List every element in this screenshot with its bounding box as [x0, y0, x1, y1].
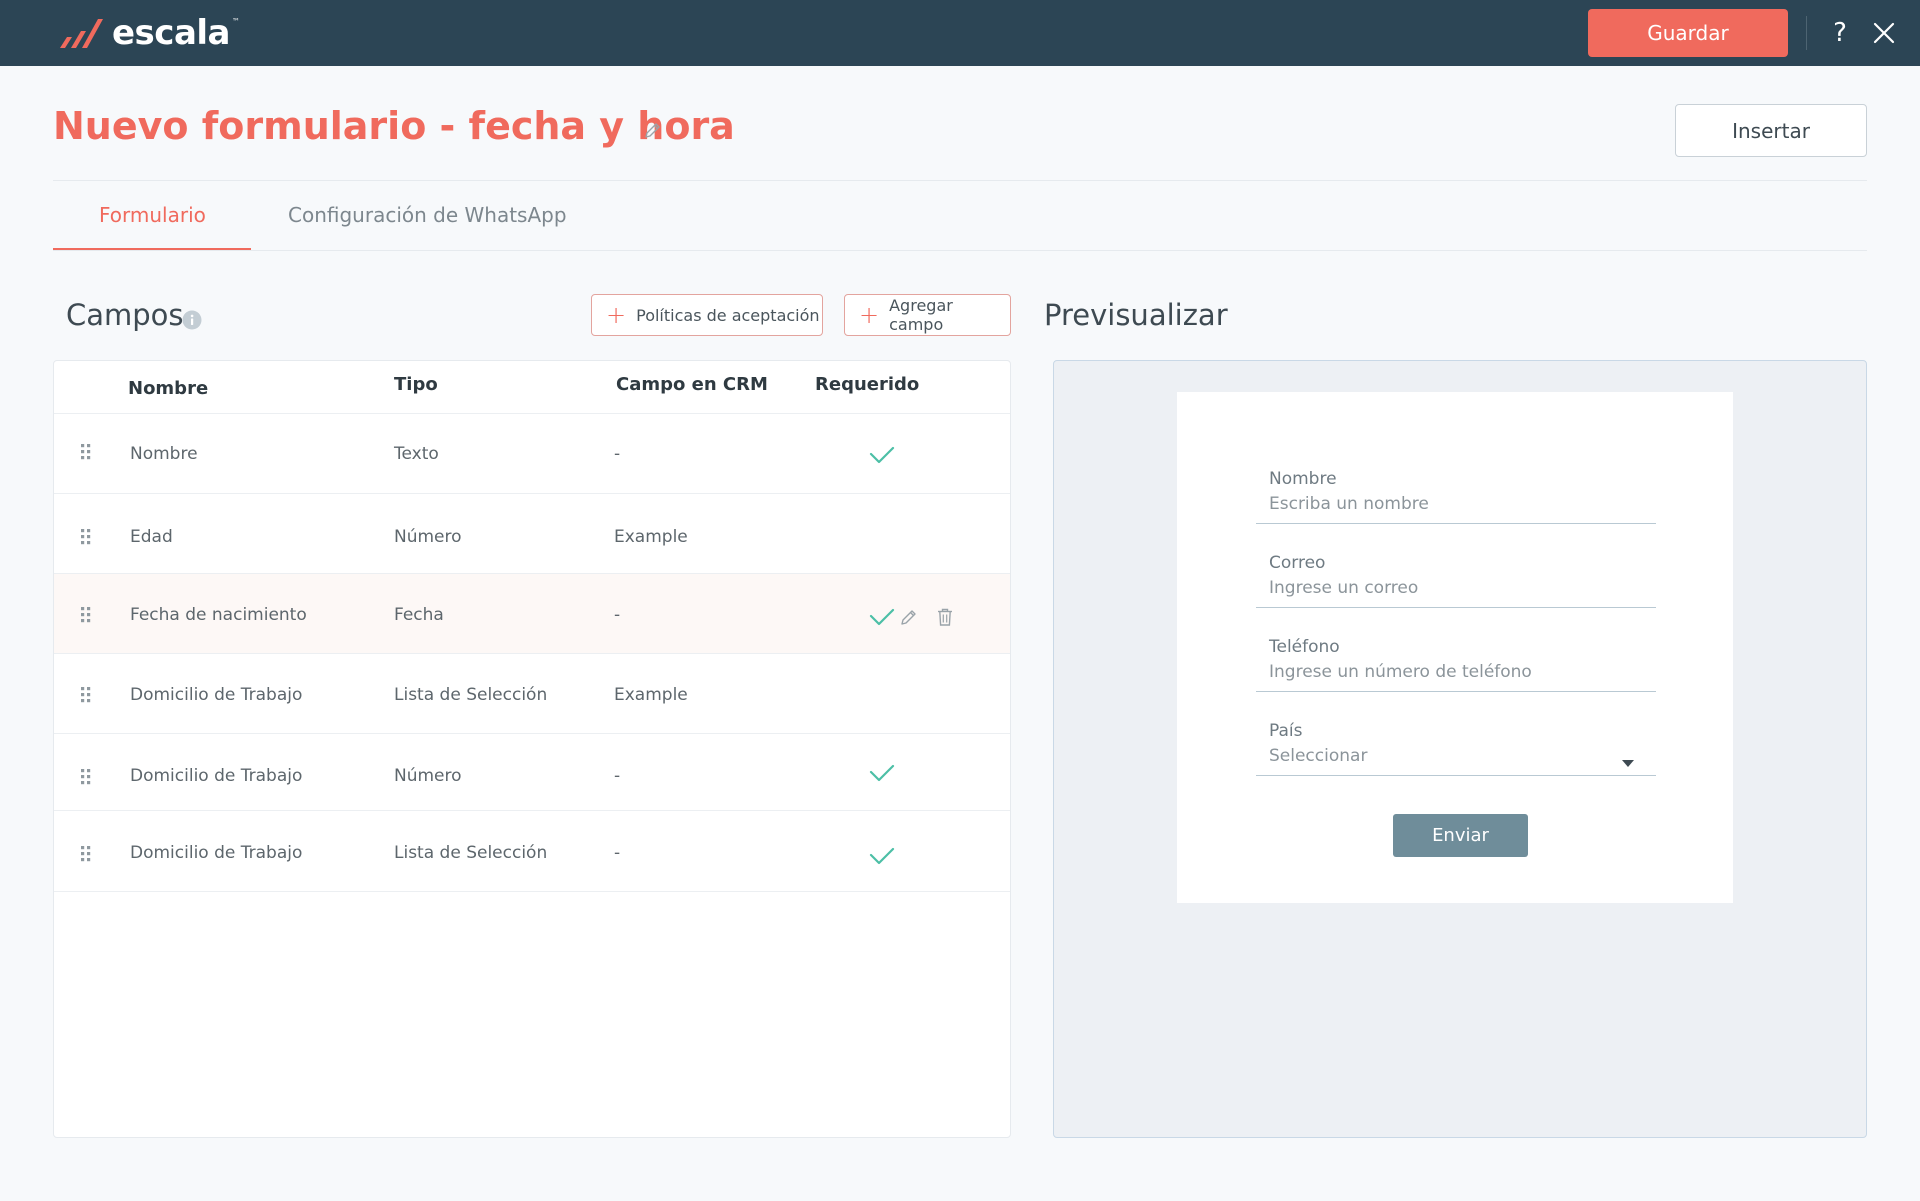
drag-handle-icon[interactable]: [80, 443, 92, 461]
row-name: Fecha de nacimiento: [130, 605, 307, 625]
column-header-requerido: Requerido: [815, 374, 920, 395]
acceptance-policies-label: Políticas de aceptación: [636, 305, 820, 325]
logo-text: escala: [112, 13, 231, 53]
preview-field-underline: [1256, 775, 1656, 776]
row-crm: -: [614, 444, 621, 464]
table-row[interactable]: Fecha de nacimiento Fecha -: [54, 573, 1010, 653]
row-name: Nombre: [130, 444, 198, 464]
top-bar: escala ™ Guardar ?: [0, 0, 1920, 66]
insert-button[interactable]: Insertar: [1675, 104, 1867, 157]
drag-handle-icon[interactable]: [80, 686, 92, 704]
tabs-divider: [53, 250, 1867, 251]
close-icon[interactable]: [1864, 14, 1904, 52]
table-row[interactable]: Domicilio de Trabajo Lista de Selección …: [54, 810, 1010, 892]
help-icon[interactable]: ?: [1820, 14, 1860, 52]
drag-handle-icon[interactable]: [80, 768, 92, 786]
acceptance-policies-button[interactable]: + Políticas de aceptación: [591, 294, 823, 336]
row-name: Domicilio de Trabajo: [130, 685, 303, 705]
add-field-button[interactable]: + Agregar campo: [844, 294, 1011, 336]
required-check-icon: [868, 845, 896, 867]
row-type: Número: [394, 527, 462, 547]
save-button[interactable]: Guardar: [1588, 9, 1788, 57]
preview-field-underline: [1256, 523, 1656, 524]
plus-icon: +: [859, 301, 880, 329]
required-check-icon: [868, 444, 896, 466]
table-row[interactable]: Nombre Texto -: [54, 413, 1010, 493]
table-row[interactable]: Edad Número Example: [54, 493, 1010, 573]
logo-bars-icon: [60, 19, 103, 48]
edit-title-pencil-icon[interactable]: [643, 120, 663, 140]
row-crm: -: [614, 605, 621, 625]
header-divider: [53, 180, 1867, 181]
column-header-nombre: Nombre: [128, 378, 209, 399]
logo-trademark: ™: [232, 16, 240, 26]
row-type: Número: [394, 766, 462, 786]
preview-field-label: Teléfono: [1269, 637, 1340, 657]
row-crm: Example: [614, 685, 688, 705]
row-name: Domicilio de Trabajo: [130, 766, 303, 786]
row-name: Edad: [130, 527, 173, 547]
row-name: Domicilio de Trabajo: [130, 843, 303, 863]
info-icon[interactable]: [182, 310, 202, 330]
tab-formulario[interactable]: Formulario: [99, 203, 206, 227]
column-header-tipo: Tipo: [394, 374, 438, 395]
preview-field-label: País: [1269, 721, 1303, 741]
required-check-icon: [868, 762, 896, 784]
delete-row-trash-icon[interactable]: [936, 607, 954, 627]
edit-row-pencil-icon[interactable]: [899, 607, 919, 627]
row-crm: Example: [614, 527, 688, 547]
preview-email-input[interactable]: Ingrese un correo: [1269, 578, 1418, 598]
preview-field-underline: [1256, 607, 1656, 608]
row-type: Lista de Selección: [394, 843, 548, 863]
add-field-label: Agregar campo: [889, 296, 953, 334]
fields-section-title: Campos: [66, 298, 184, 332]
row-type: Lista de Selección: [394, 685, 548, 705]
row-crm: -: [614, 843, 621, 863]
preview-field-underline: [1256, 691, 1656, 692]
drag-handle-icon[interactable]: [80, 845, 92, 863]
table-row[interactable]: Domicilio de Trabajo Lista de Selección …: [54, 653, 1010, 733]
preview-submit-button[interactable]: Enviar: [1393, 814, 1528, 857]
drag-handle-icon[interactable]: [80, 606, 92, 624]
topbar-divider: [1806, 16, 1807, 50]
preview-title: Previsualizar: [1044, 298, 1228, 332]
row-type: Texto: [394, 444, 439, 464]
escala-logo: escala ™: [58, 13, 240, 53]
preview-field-label: Correo: [1269, 553, 1326, 573]
drag-handle-icon[interactable]: [80, 528, 92, 546]
tab-whatsapp-config[interactable]: Configuración de WhatsApp: [288, 203, 567, 227]
preview-name-input[interactable]: Escriba un nombre: [1269, 494, 1429, 514]
required-check-icon: [868, 606, 896, 628]
caret-down-icon[interactable]: [1622, 753, 1634, 767]
preview-country-select[interactable]: Seleccionar: [1269, 746, 1367, 766]
plus-icon: +: [606, 301, 627, 329]
preview-field-label: Nombre: [1269, 469, 1337, 489]
preview-phone-input[interactable]: Ingrese un número de teléfono: [1269, 662, 1532, 682]
column-header-crm: Campo en CRM: [616, 374, 768, 395]
row-crm: -: [614, 766, 621, 786]
page-title: Nuevo formulario - fecha y hora: [53, 104, 735, 148]
row-type: Fecha: [394, 605, 444, 625]
table-row[interactable]: Domicilio de Trabajo Número -: [54, 733, 1010, 810]
